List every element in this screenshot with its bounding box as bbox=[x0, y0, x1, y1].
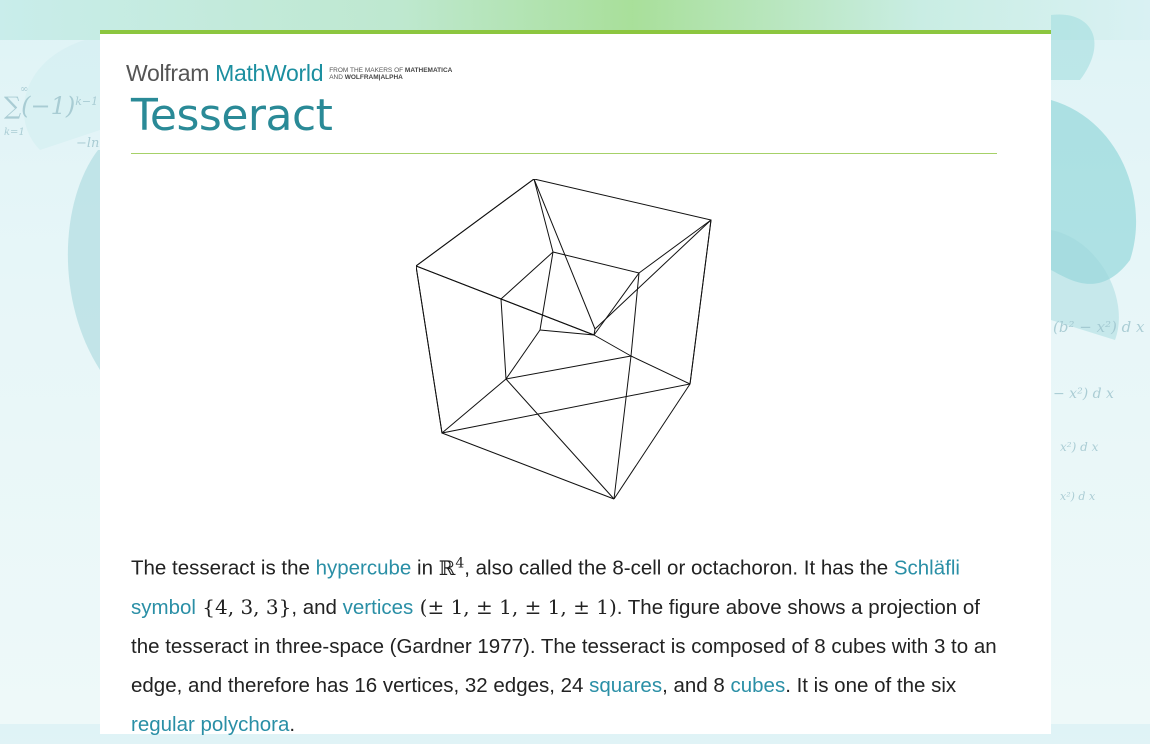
text-segment: , and 8 bbox=[662, 673, 731, 697]
math-schlafli: {4, 3, 3} bbox=[195, 594, 292, 619]
logo-tagline-1-bold: MATHEMATICA bbox=[404, 66, 453, 74]
text-segment: . It is one of the six bbox=[785, 673, 957, 697]
bg-formula-top: ∞ bbox=[20, 84, 29, 95]
math-R: ℝ bbox=[438, 555, 456, 580]
logo-tagline-2: AND bbox=[329, 73, 343, 81]
bg-formula-sum: ∑(−1)k−1 bbox=[4, 92, 98, 120]
bg-formula-ln: −ln bbox=[76, 136, 100, 151]
math-R-exponent: 4 bbox=[455, 555, 465, 571]
logo-tagline: FROM THE MAKERS OF MATHEMATICA AND WOLFR… bbox=[329, 67, 452, 81]
bg-formula-dx3: x²) d x bbox=[1060, 440, 1099, 454]
math-R4: ℝ4 bbox=[438, 555, 465, 580]
logo-tagline-2-bold: WOLFRAM|ALPHA bbox=[344, 73, 403, 81]
title-divider bbox=[131, 153, 997, 154]
logo-mathworld: MathWorld bbox=[215, 60, 324, 86]
article-paragraph: The tesseract is the hypercube in ℝ4, al… bbox=[131, 544, 1011, 744]
link-cubes[interactable]: cubes bbox=[730, 674, 785, 697]
content-card: Wolfram MathWorld FROM THE MAKERS OF MAT… bbox=[100, 30, 1051, 736]
bg-formula-sum-text: ∑(−1) bbox=[4, 92, 76, 120]
math-vertices: (± 1, ± 1, ± 1, ± 1) bbox=[413, 594, 617, 619]
text-segment: , also called the 8-cell or octachoron. … bbox=[464, 556, 894, 580]
bg-formula-dx4: x²) d x bbox=[1060, 490, 1096, 503]
text-segment: The tesseract is the bbox=[131, 556, 316, 580]
text-segment: , and bbox=[291, 595, 343, 619]
site-logo[interactable]: Wolfram MathWorld FROM THE MAKERS OF MAT… bbox=[126, 60, 452, 87]
link-squares[interactable]: squares bbox=[589, 674, 662, 697]
bg-formula-dx2: − x²) d x bbox=[1053, 386, 1114, 402]
text-segment: . bbox=[289, 712, 296, 736]
bg-formula-exp: k−1 bbox=[75, 95, 99, 108]
tesseract-outer-hull bbox=[416, 179, 712, 434]
link-regular-polychora[interactable]: regular polychora bbox=[131, 713, 289, 736]
link-vertices[interactable]: vertices bbox=[343, 596, 414, 619]
text-segment: in bbox=[411, 556, 439, 580]
tesseract-figure bbox=[416, 179, 712, 500]
bg-formula-dx1: (b² − x²) d x bbox=[1053, 318, 1145, 336]
logo-tagline-1: FROM THE MAKERS OF bbox=[329, 66, 404, 74]
page-title: Tesseract bbox=[131, 90, 333, 141]
bg-formula-sub: k=1 bbox=[4, 127, 25, 138]
link-hypercube[interactable]: hypercube bbox=[316, 557, 412, 580]
logo-wolfram: Wolfram bbox=[126, 60, 210, 86]
